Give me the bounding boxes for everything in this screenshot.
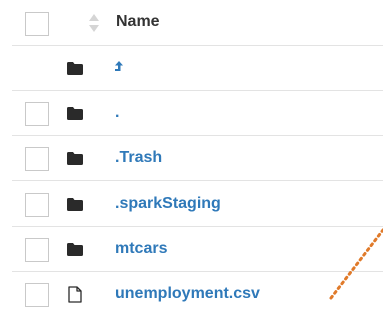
name-column-header[interactable]: Name xyxy=(116,12,160,32)
row-checkbox[interactable] xyxy=(25,238,49,262)
folder-icon xyxy=(67,107,83,120)
table-row: . xyxy=(12,91,383,136)
folder-link[interactable]: .sparkStaging xyxy=(115,194,221,214)
file-browser-panel: Name . .Trash .sparkStaging mtcars unemp… xyxy=(0,0,383,327)
parent-directory-up-icon[interactable] xyxy=(113,58,125,76)
row-checkbox[interactable] xyxy=(25,147,49,171)
folder-link[interactable]: mtcars xyxy=(115,239,167,259)
file-icon xyxy=(68,286,82,303)
folder-link[interactable]: . xyxy=(115,103,119,123)
folder-icon xyxy=(67,62,83,75)
select-all-checkbox[interactable] xyxy=(25,12,49,36)
file-link[interactable]: unemployment.csv xyxy=(115,284,260,304)
folder-icon xyxy=(67,243,83,256)
table-row: unemployment.csv xyxy=(12,272,383,317)
table-row xyxy=(12,46,383,91)
row-checkbox[interactable] xyxy=(25,193,49,217)
folder-icon xyxy=(67,198,83,211)
table-row: .Trash xyxy=(12,136,383,181)
row-checkbox[interactable] xyxy=(25,102,49,126)
table-row: .sparkStaging xyxy=(12,182,383,227)
folder-icon xyxy=(67,152,83,165)
sort-icon[interactable] xyxy=(88,13,100,33)
row-checkbox[interactable] xyxy=(25,283,49,307)
table-header: Name xyxy=(12,0,383,46)
table-row: mtcars xyxy=(12,227,383,272)
folder-link[interactable]: .Trash xyxy=(115,148,162,168)
